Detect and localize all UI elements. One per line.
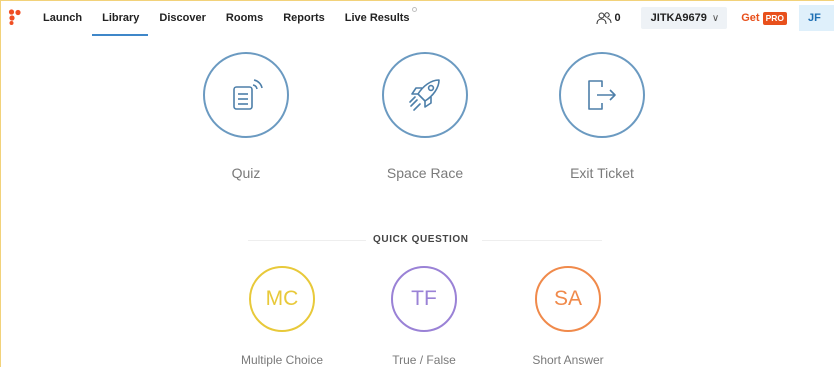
multiple-choice-label: Multiple Choice — [240, 353, 324, 367]
header-right-group: 0 JITKA9679 ∨ Get PRO JF — [596, 0, 834, 36]
account-name: JITKA9679 — [650, 12, 707, 24]
quick-question-divider-left — [248, 240, 366, 241]
quiz-document-icon — [233, 79, 263, 110]
get-pro-link[interactable]: Get PRO — [741, 11, 787, 25]
get-label: Get — [741, 12, 760, 24]
short-answer-label: Short Answer — [532, 353, 604, 367]
top-navigation-bar: Launch Library Discover Rooms Reports Li… — [0, 0, 834, 36]
user-avatar[interactable]: JF — [799, 5, 834, 31]
activity-space-race-circle — [382, 52, 468, 138]
short-answer-abbr: SA — [553, 287, 582, 310]
nav-reports[interactable]: Reports — [283, 0, 325, 36]
nav-launch[interactable]: Launch — [43, 0, 82, 36]
quick-question-multiple-choice[interactable]: MC Multiple Choice — [241, 266, 323, 367]
rocket-icon — [409, 79, 440, 111]
quick-question-heading: QUICK QUESTION — [373, 234, 469, 245]
quick-question-short-answer[interactable]: SA Short Answer — [532, 266, 604, 367]
exit-door-icon — [588, 80, 616, 110]
activity-quiz[interactable]: Quiz — [201, 52, 291, 181]
account-menu[interactable]: JITKA9679 ∨ — [640, 7, 728, 29]
user-initials: JF — [808, 12, 821, 24]
main-nav: Launch Library Discover Rooms Reports Li… — [43, 0, 430, 36]
nav-rooms[interactable]: Rooms — [226, 0, 263, 36]
status-dot-icon — [411, 7, 417, 12]
true-false-abbr: TF — [411, 287, 437, 310]
nav-discover[interactable]: Discover — [159, 0, 205, 36]
short-answer-circle: SA — [535, 266, 601, 332]
multiple-choice-abbr: MC — [265, 287, 299, 310]
students-count[interactable]: 0 — [596, 11, 621, 25]
activity-exit-ticket-label: Exit Ticket — [570, 165, 634, 181]
frame-border-left — [0, 0, 1, 367]
activity-exit-ticket-circle — [559, 52, 645, 138]
activity-quiz-label: Quiz — [231, 165, 261, 181]
chevron-down-icon: ∨ — [711, 12, 720, 24]
quick-question-divider-right — [482, 240, 602, 241]
activity-exit-ticket[interactable]: Exit Ticket — [557, 52, 647, 181]
activity-space-race[interactable]: Space Race — [380, 52, 470, 181]
nav-live-results[interactable]: Live Results — [344, 0, 417, 36]
quick-question-true-false[interactable]: TF True / False — [389, 266, 459, 367]
students-icon — [596, 11, 612, 24]
nav-live-results-label: Live Results — [344, 12, 410, 24]
true-false-circle: TF — [391, 266, 457, 332]
socrative-logo-icon[interactable] — [8, 9, 22, 25]
students-count-value: 0 — [614, 12, 621, 24]
true-false-label: True / False — [392, 353, 456, 367]
pro-badge: PRO — [762, 11, 787, 25]
multiple-choice-circle: MC — [249, 266, 315, 332]
nav-library[interactable]: Library — [92, 0, 149, 36]
activity-quiz-circle — [203, 52, 289, 138]
activity-space-race-label: Space Race — [386, 165, 464, 181]
app-frame: Launch Library Discover Rooms Reports Li… — [0, 0, 834, 367]
